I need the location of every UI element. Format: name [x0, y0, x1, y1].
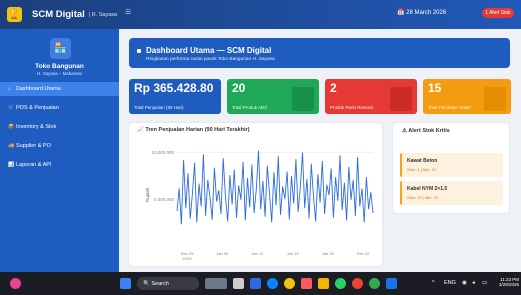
- windows-start-icon[interactable]: [120, 278, 131, 289]
- app-icon[interactable]: [301, 278, 312, 289]
- stat-label: Total Produk Aktif: [232, 105, 267, 110]
- stat-value: 2: [330, 81, 337, 95]
- x-tick-label: Jan 05: [216, 251, 229, 256]
- stat-value: Rp 365.428.80: [134, 81, 214, 95]
- language-indicator[interactable]: ENG: [444, 280, 456, 286]
- store-location: H. Sayasa – Makassar: [36, 71, 83, 76]
- hamburger-icon[interactable]: ☰: [125, 9, 133, 17]
- stat-decoration: [292, 87, 314, 111]
- y-tick-label: 5.000.000: [154, 197, 175, 202]
- cart-icon: 🛒: [8, 105, 15, 111]
- stat-value: 15: [428, 81, 442, 95]
- sidebar-item-label: Laporan & API: [16, 162, 52, 168]
- stat-value: 20: [232, 81, 246, 95]
- clock[interactable]: 11:23 PM 3/28/2026: [493, 277, 519, 287]
- sidebar-item-dashboard[interactable]: ⌂ Dashboard Utama: [0, 82, 119, 96]
- chrome-icon[interactable]: [352, 278, 363, 289]
- stat-decoration: [390, 87, 412, 111]
- store-name: Toko Bangunan: [35, 63, 84, 70]
- folder-icon[interactable]: [318, 278, 329, 289]
- stat-card-restock: 2 Produk Perlu Restock: [325, 79, 417, 114]
- app-sub: | R. Sayasa: [88, 11, 118, 18]
- sales-chart-card: 📈 Tren Penjualan Harian (90 Hari Terakhi…: [129, 123, 382, 266]
- sidebar-item-laporan[interactable]: 📊 Laporan & API: [0, 158, 119, 172]
- sidebar-item-supplier[interactable]: 🚚 Supplier & PO: [0, 139, 119, 153]
- trophy-icon: 🏆: [7, 7, 22, 22]
- sidebar-item-label: Supplier & PO: [16, 143, 51, 149]
- app-icon[interactable]: [386, 278, 397, 289]
- sidebar-item-pos[interactable]: 🛒 POS & Penjualan: [0, 101, 119, 115]
- brand[interactable]: 🏆 SCM Digital | R. Sayasa: [7, 6, 117, 23]
- sidebar-item-inventory[interactable]: 📦 Inventory & Stok: [0, 120, 119, 134]
- stat-card-po: 15 Total Purchase Order: [423, 79, 511, 114]
- app-icon[interactable]: [369, 278, 380, 289]
- page-header: Dashboard Utama — SCM Digital Ringkasan …: [129, 38, 510, 68]
- sidebar-item-label: Inventory & Stok: [16, 124, 57, 130]
- box-icon: 📦: [8, 124, 15, 130]
- alert-item-status: Stok: 4 | Min: 10: [407, 167, 436, 172]
- top-bar: 🏆 SCM Digital | R. Sayasa ☰ 📅 28 March 2…: [0, 0, 521, 29]
- alert-item-status: Stok: 15 | Min: 20: [407, 195, 439, 200]
- stat-label: Total Purchase Order: [428, 105, 471, 110]
- sidebar: 🏪 Toko Bangunan H. Sayasa – Makassar ⌂ D…: [0, 29, 119, 272]
- chevron-up-icon[interactable]: ^: [432, 280, 435, 286]
- page-title: Dashboard Utama — SCM Digital: [146, 46, 272, 55]
- stat-card-sales: Rp 365.428.80 Total Penjualan (90 Hari): [129, 79, 221, 114]
- current-date: 📅 28 March 2026: [397, 10, 447, 16]
- main-content: Dashboard Utama — SCM Digital Ringkasan …: [119, 29, 521, 272]
- alert-item-name: Kawat Beton: [407, 158, 438, 164]
- y-axis-label: Rupiah: [145, 187, 150, 202]
- sales-series-line: [176, 150, 374, 225]
- taskbar-search[interactable]: 🔍 Search: [137, 277, 199, 290]
- app-icon[interactable]: [250, 278, 261, 289]
- header-accent: [137, 49, 141, 53]
- wifi-icon[interactable]: ◉: [462, 280, 467, 286]
- home-icon: ⌂: [8, 86, 12, 92]
- app-icon[interactable]: [284, 278, 295, 289]
- alert-item-name: Kabel NYM 2×1.5: [407, 186, 448, 192]
- stock-alert-card: ⚠ Alert Stok Kritis Kawat Beton Stok: 4 …: [393, 123, 509, 213]
- page-subtitle: Ringkasan performa rantai pasok Toko Ban…: [146, 57, 275, 62]
- battery-icon[interactable]: ▭: [482, 280, 487, 286]
- store-avatar: 🏪: [50, 38, 71, 59]
- stat-card-products: 20 Total Produk Aktif: [227, 79, 319, 114]
- sidebar-item-label: POS & Penjualan: [16, 105, 59, 111]
- chart-icon: 📊: [8, 162, 15, 168]
- clock-date: 3/28/2026: [498, 282, 519, 287]
- x-tick-label: 2025: [183, 256, 193, 261]
- stat-label: Total Penjualan (90 Hari): [134, 105, 184, 110]
- sidebar-item-label: Dashboard Utama: [16, 86, 61, 92]
- x-tick-label: Jan 26: [322, 251, 335, 256]
- truck-icon: 🚚: [8, 143, 15, 149]
- widgets-icon[interactable]: [10, 278, 21, 289]
- alert-title: ⚠ Alert Stok Kritis: [402, 128, 450, 134]
- app-name: SCM Digital: [32, 9, 85, 20]
- volume-icon[interactable]: ◂: [472, 280, 475, 286]
- y-tick-label: 10.000.000: [151, 150, 174, 155]
- stat-decoration: [484, 87, 506, 111]
- app-icon[interactable]: [233, 278, 244, 289]
- x-tick-label: Jan 12: [251, 251, 264, 256]
- alert-item[interactable]: Kawat Beton Stok: 4 | Min: 10: [400, 153, 503, 177]
- app-icon[interactable]: [205, 278, 227, 289]
- x-tick-label: Feb 02: [357, 251, 370, 256]
- sales-line-chart: 5.000.00010.000.000RupiahDes 292025Jan 0…: [145, 150, 374, 261]
- edge-icon[interactable]: [267, 278, 278, 289]
- x-tick-label: Jan 19: [287, 251, 300, 256]
- taskbar: 🔍 Search ^ ENG ◉ ◂ ▭ 11:23 PM 3/28/2026: [0, 272, 521, 295]
- alert-item[interactable]: Kabel NYM 2×1.5 Stok: 15 | Min: 20: [400, 181, 503, 205]
- whatsapp-icon[interactable]: [335, 278, 346, 289]
- stat-label: Produk Perlu Restock: [330, 105, 374, 110]
- alert-badge[interactable]: 1 Alert Stok: [482, 8, 514, 18]
